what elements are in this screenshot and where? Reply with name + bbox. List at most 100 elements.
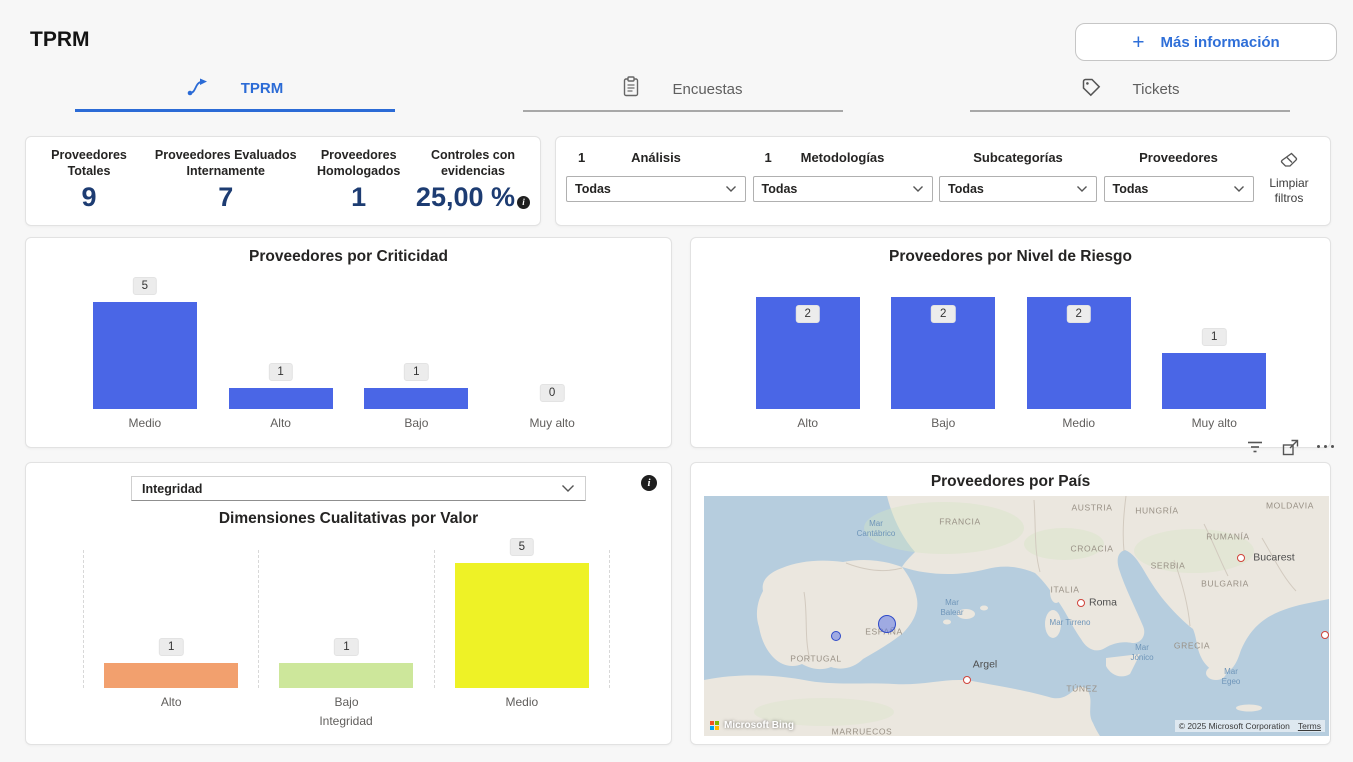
bar-value-label: 1 — [334, 638, 358, 656]
more-info-button[interactable]: + Más información — [1075, 23, 1337, 61]
filter-label: Metodologías — [801, 150, 885, 165]
info-icon[interactable]: i — [641, 475, 657, 491]
kpi-proveedores-evaluados: Proveedores Evaluados Internamente 7 — [146, 147, 305, 225]
tab-tickets[interactable]: Tickets — [970, 76, 1290, 112]
capital-city-marker — [1321, 631, 1329, 639]
bar[interactable] — [104, 663, 238, 688]
data-bubble-marker[interactable] — [878, 615, 896, 633]
proveedores-dropdown[interactable]: Todas — [1104, 176, 1254, 202]
chevron-down-icon — [561, 480, 575, 498]
riesgo-plot-area: 2Alto2Bajo2Medio1Muy alto — [740, 286, 1282, 409]
visual-toolbar — [1222, 436, 1334, 458]
map-label-sea: Mar Tirreno — [1050, 618, 1091, 628]
dimension-dropdown[interactable]: Integridad — [131, 476, 586, 501]
bar-value-label: 5 — [510, 538, 534, 556]
bar[interactable] — [229, 388, 333, 409]
subcategorias-dropdown[interactable]: Todas — [939, 176, 1097, 202]
bar-bajo[interactable]: 1Bajo — [258, 550, 433, 688]
bar-alto[interactable]: 1Alto — [83, 550, 258, 688]
terms-link[interactable]: Terms — [1298, 721, 1321, 731]
bar[interactable] — [1162, 353, 1266, 409]
bar-value-label: 1 — [268, 363, 292, 381]
bar-value-label: 2 — [796, 305, 820, 323]
chart-dimensiones-cualitativas: Integridad i Dimensiones Cualitativas po… — [25, 462, 672, 745]
tab-tprm[interactable]: TPRM — [75, 76, 395, 112]
dropdown-value: Todas — [948, 182, 984, 196]
dimensiones-plot-area: 1Alto1Bajo5Medio — [83, 550, 609, 688]
clipboard-icon — [622, 76, 640, 102]
kpi-proveedores-totales: Proveedores Totales 9 — [32, 147, 146, 225]
map-label-country: PORTUGAL — [790, 654, 841, 665]
metodologias-dropdown[interactable]: Todas — [753, 176, 933, 202]
tab-label: TPRM — [241, 80, 284, 97]
focus-mode-icon[interactable] — [1282, 439, 1299, 456]
bing-brand-label: Microsoft Bing — [724, 720, 794, 731]
map-label-sea: Mar Egeo — [1222, 667, 1241, 687]
bar-medio[interactable]: 5Medio — [77, 291, 213, 409]
filter-icon[interactable] — [1246, 440, 1264, 454]
map-label-country: CROACIA — [1071, 544, 1114, 555]
filter-analisis: 1 Análisis Todas — [566, 150, 746, 225]
map-overlay: Mar CantábricoFRANCIAAUSTRIAHUNGRÍAMOLDA… — [704, 496, 1329, 736]
bar-bajo[interactable]: 2Bajo — [876, 286, 1012, 409]
capital-city-marker — [1077, 599, 1085, 607]
bar-value-label: 5 — [133, 277, 157, 295]
map-label-country: SERBIA — [1151, 561, 1186, 572]
tprm-dashboard: TPRM + Más información TPRM Encuestas Ti… — [0, 0, 1353, 762]
category-label: Bajo — [876, 416, 1012, 430]
map-label-country: BULGARIA — [1201, 579, 1249, 590]
category-label: Bajo — [259, 695, 433, 709]
map-label-country: AUSTRIA — [1071, 503, 1112, 514]
map-label-sea: Mar Balear — [940, 598, 963, 618]
data-bubble-marker[interactable] — [831, 631, 841, 641]
more-options-icon[interactable] — [1317, 445, 1334, 450]
bar-muy-alto[interactable]: 0Muy alto — [484, 291, 620, 409]
kpi-summary-card: Proveedores Totales 9 Proveedores Evalua… — [25, 136, 541, 226]
clear-filters-button[interactable]: Limpiar filtros — [1260, 150, 1318, 225]
category-label: Bajo — [349, 416, 485, 430]
plus-icon: + — [1132, 32, 1144, 53]
map-label-sea: Mar Cantábrico — [857, 519, 896, 539]
category-label: Medio — [77, 416, 213, 430]
x-axis-label: Integridad — [83, 714, 609, 728]
chart-title: Proveedores por Nivel de Riesgo — [691, 248, 1330, 266]
map-label-country: HUNGRÍA — [1135, 506, 1178, 517]
filter-metodologias: 1 Metodologías Todas — [753, 150, 933, 225]
map-label-city: Bucarest — [1253, 551, 1294, 564]
dropdown-value: Todas — [1113, 182, 1149, 196]
map-label-country: TÚNEZ — [1066, 684, 1097, 695]
bar-muy-alto[interactable]: 1Muy alto — [1147, 286, 1283, 409]
filter-count: 1 — [765, 150, 772, 165]
route-icon — [187, 76, 209, 101]
category-label: Alto — [84, 695, 258, 709]
tab-encuestas[interactable]: Encuestas — [523, 76, 843, 112]
map-label-country: RUMANÍA — [1206, 532, 1249, 543]
map-copyright: © 2025 Microsoft Corporation Terms — [1175, 720, 1325, 732]
page-title: TPRM — [30, 28, 90, 52]
map-label-country: FRANCIA — [939, 517, 981, 528]
capital-city-marker — [1237, 554, 1245, 562]
bar[interactable] — [279, 663, 413, 688]
kpi-label: Proveedores Homologados — [309, 147, 407, 180]
bar-alto[interactable]: 1Alto — [213, 291, 349, 409]
category-label: Medio — [1011, 416, 1147, 430]
bar[interactable] — [455, 563, 589, 688]
dropdown-value: Todas — [762, 182, 798, 196]
chevron-down-icon — [912, 180, 924, 198]
map-label-country: GRECIA — [1174, 641, 1210, 652]
tab-label: Encuestas — [672, 81, 742, 98]
analisis-dropdown[interactable]: Todas — [566, 176, 746, 202]
kpi-value: 1 — [309, 182, 407, 213]
chart-title: Dimensiones Cualitativas por Valor — [26, 510, 671, 528]
bar-medio[interactable]: 2Medio — [1011, 286, 1147, 409]
bing-map[interactable]: Mar CantábricoFRANCIAAUSTRIAHUNGRÍAMOLDA… — [704, 496, 1329, 736]
bar[interactable] — [93, 302, 197, 409]
info-icon[interactable]: i — [517, 196, 530, 209]
bar-bajo[interactable]: 1Bajo — [349, 291, 485, 409]
bar[interactable] — [364, 388, 468, 409]
category-label: Muy alto — [1147, 416, 1283, 430]
bar-medio[interactable]: 5Medio — [434, 550, 609, 688]
bar-alto[interactable]: 2Alto — [740, 286, 876, 409]
dropdown-value: Todas — [575, 182, 611, 196]
filter-subcategorias: Subcategorías Todas — [939, 150, 1097, 225]
